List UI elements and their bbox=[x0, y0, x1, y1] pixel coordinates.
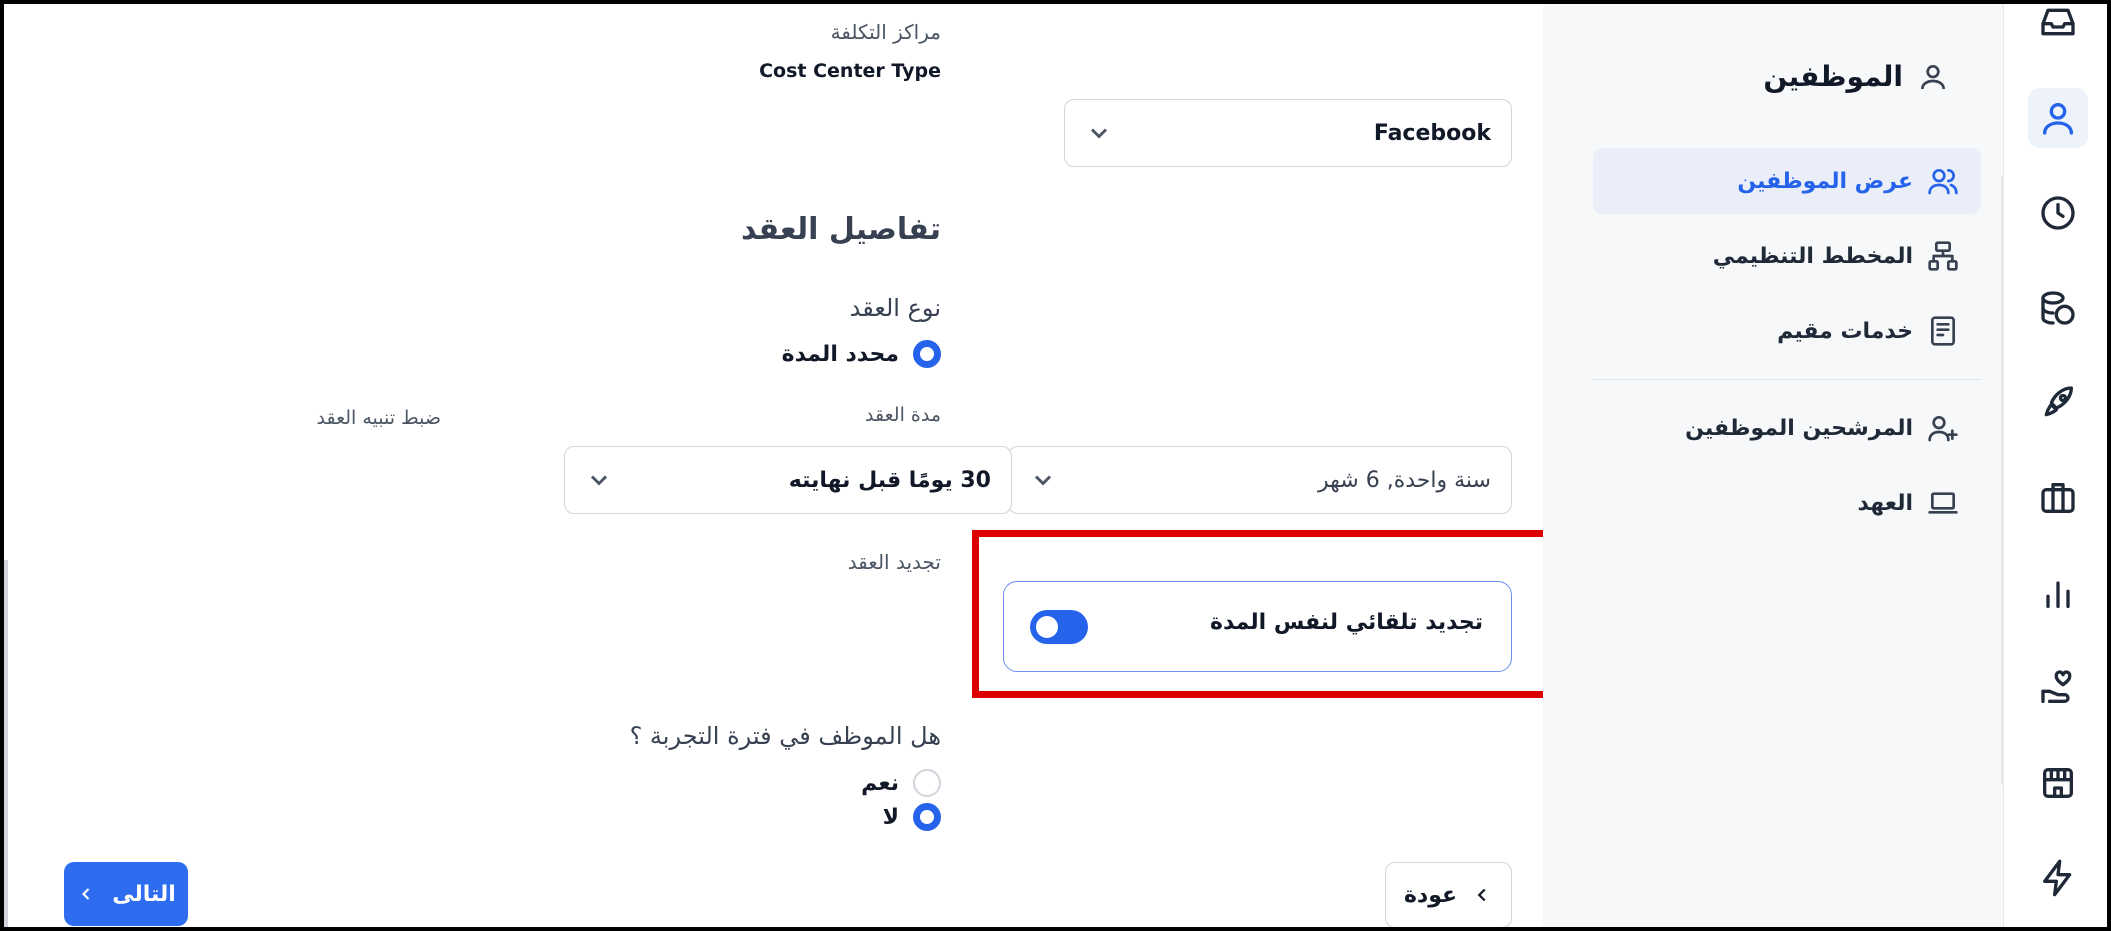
user-icon bbox=[1921, 64, 1945, 89]
contract-type-label: نوع العقد bbox=[849, 294, 941, 322]
contract-alert-label: ضبط تنبيه العقد bbox=[316, 407, 441, 429]
probation-no-radio[interactable]: لا bbox=[883, 803, 941, 831]
store-icon bbox=[2043, 768, 2073, 798]
clock-icon bbox=[2041, 196, 2075, 230]
sidebar-item-label: عرض الموظفين bbox=[1737, 168, 1913, 194]
chevron-left-icon bbox=[82, 888, 90, 900]
sidebar-divider bbox=[1593, 379, 1981, 380]
rail-benefits[interactable] bbox=[2028, 658, 2088, 718]
contract-renewal-label: تجديد العقد bbox=[847, 550, 941, 574]
hand-heart-icon bbox=[2041, 670, 2072, 703]
lightning-icon bbox=[2043, 859, 2072, 897]
sidebar-item-label: العهد bbox=[1857, 490, 1913, 516]
contract-alert-value: 30 يومًا قبل نهايته bbox=[788, 467, 991, 493]
rail-store[interactable] bbox=[2028, 753, 2088, 813]
contract-details-heading: تفاصيل العقد bbox=[741, 212, 941, 247]
rail-payroll[interactable] bbox=[2028, 278, 2088, 338]
sidebar-title-text: الموظفين bbox=[1763, 60, 1903, 93]
chevron-down-icon bbox=[1090, 128, 1108, 139]
sidebar: الموظفين عرض الموظفين المخطط التنظيمي خد… bbox=[1543, 0, 2003, 931]
cost-centers-label: مراكز التكلفة bbox=[830, 20, 941, 44]
document-icon bbox=[1931, 316, 1955, 346]
rail-reports[interactable] bbox=[2028, 563, 2088, 623]
sidebar-item-label: المخطط التنظيمي bbox=[1712, 243, 1913, 269]
rail-automation[interactable] bbox=[2028, 848, 2088, 908]
sidebar-item-view-employees[interactable]: عرض الموظفين bbox=[1593, 148, 1981, 214]
inbox-icon bbox=[2041, 8, 2075, 36]
rail-employees[interactable] bbox=[2028, 88, 2088, 148]
sidebar-item-resident-services[interactable]: خدمات مقيم bbox=[1593, 298, 1981, 364]
cost-center-type-label: Cost Center Type bbox=[759, 60, 941, 82]
back-button-label: عودة bbox=[1403, 882, 1458, 908]
probation-question: هل الموظف في فترة التجربة ؟ bbox=[629, 722, 941, 750]
user-plus-icon bbox=[1928, 416, 1958, 442]
main-form: مراكز التكلفة Cost Center Type Facebook … bbox=[0, 0, 1550, 931]
contract-type-option-label: محدد المدة bbox=[781, 341, 899, 367]
cost-center-type-value: Facebook bbox=[1373, 120, 1491, 146]
radio-selected-icon[interactable] bbox=[913, 803, 941, 831]
briefcase-icon bbox=[2041, 483, 2075, 513]
cost-center-type-select[interactable]: Facebook bbox=[1064, 99, 1512, 167]
contract-alert-select[interactable]: 30 يومًا قبل نهايته bbox=[564, 446, 1012, 514]
org-chart-icon bbox=[1928, 241, 1958, 271]
chevron-down-icon bbox=[1034, 475, 1052, 486]
sidebar-item-org-chart[interactable]: المخطط التنظيمي bbox=[1593, 223, 1981, 289]
sidebar-item-label: خدمات مقيم bbox=[1777, 318, 1913, 344]
back-button[interactable]: عودة bbox=[1385, 862, 1512, 928]
probation-yes-label: نعم bbox=[861, 770, 899, 796]
user-icon bbox=[2043, 103, 2073, 135]
sidebar-item-custody[interactable]: العهد bbox=[1593, 470, 1981, 536]
rail-launch[interactable] bbox=[2028, 373, 2088, 433]
icon-rail bbox=[2003, 0, 2111, 931]
contract-duration-select[interactable]: سنة واحدة, 6 شهر bbox=[1008, 446, 1512, 514]
contract-type-fixed-radio[interactable]: محدد المدة bbox=[782, 340, 941, 368]
rail-inbox[interactable] bbox=[2028, 0, 2088, 52]
chevron-right-icon bbox=[1477, 888, 1486, 902]
next-button-label: التالى bbox=[112, 881, 176, 907]
contract-duration-label: مدة العقد bbox=[865, 404, 941, 426]
rail-jobs[interactable] bbox=[2028, 468, 2088, 528]
sidebar-item-label: المرشحين الموظفين bbox=[1685, 415, 1913, 441]
chevron-down-icon bbox=[590, 475, 608, 486]
sidebar-item-candidates[interactable]: المرشحين الموظفين bbox=[1593, 395, 1981, 461]
probation-yes-radio[interactable]: نعم bbox=[861, 769, 941, 797]
highlight-box bbox=[972, 530, 1550, 698]
rail-attendance[interactable] bbox=[2028, 183, 2088, 243]
radio-selected-icon[interactable] bbox=[913, 340, 941, 368]
sidebar-title: الموظفين bbox=[1763, 60, 1949, 93]
laptop-icon bbox=[1928, 492, 1958, 514]
users-icon bbox=[1928, 169, 1958, 195]
bar-chart-icon bbox=[2046, 581, 2070, 608]
next-button[interactable]: التالى bbox=[64, 862, 188, 926]
probation-no-label: لا bbox=[882, 804, 899, 830]
radio-unselected-icon[interactable] bbox=[913, 769, 941, 797]
contract-duration-value: سنة واحدة, 6 شهر bbox=[1318, 467, 1491, 493]
rocket-icon bbox=[2044, 386, 2073, 417]
coins-icon bbox=[2041, 291, 2075, 325]
